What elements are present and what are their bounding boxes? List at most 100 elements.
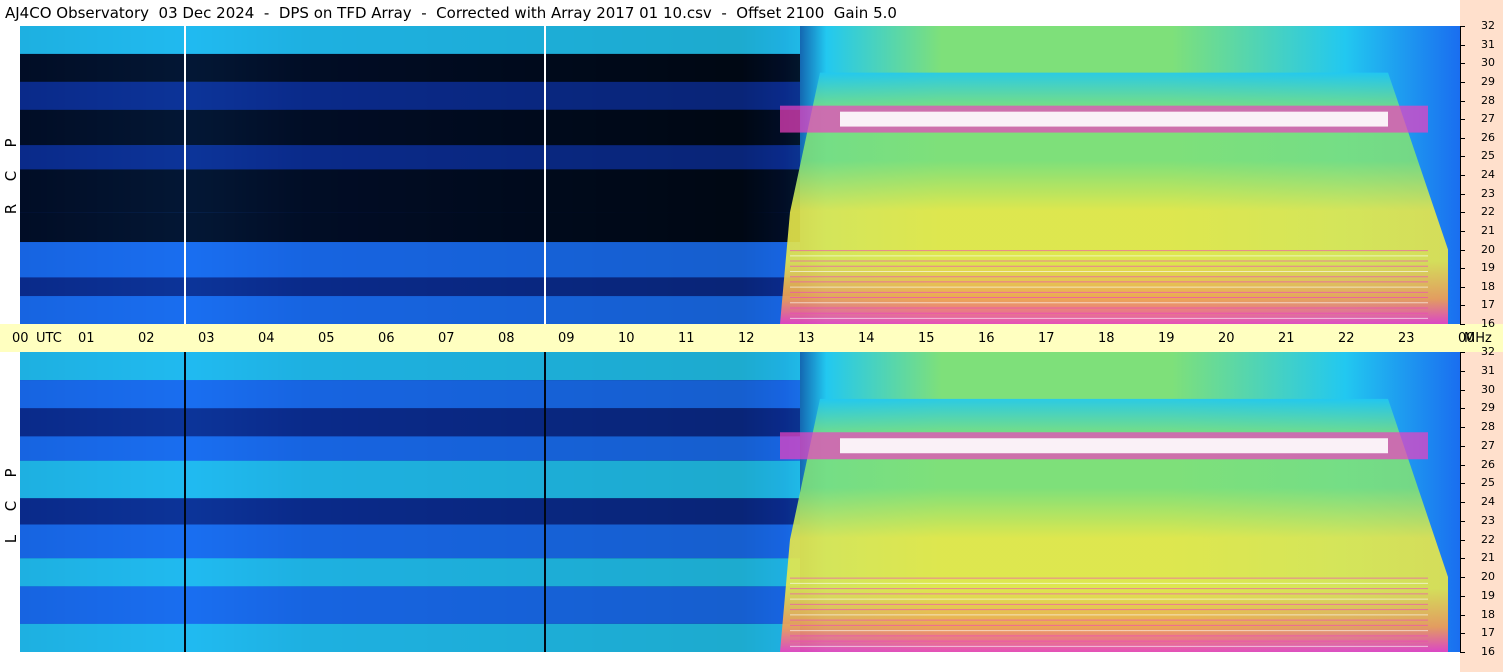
utc-tick-label: 20 (1218, 331, 1235, 346)
frequency-tick-label: 16 (1481, 317, 1495, 330)
utc-tick-label: 22 (1338, 331, 1355, 346)
frequency-tick (1460, 324, 1465, 325)
utc-tick-label: 02 (138, 331, 155, 346)
frequency-tick (1460, 389, 1465, 391)
frequency-tick (1460, 520, 1465, 522)
hot-band-core (840, 438, 1388, 454)
polarization-letter: R (2, 203, 20, 215)
frequency-tick-label: 22 (1481, 532, 1495, 546)
rcp-spectrogram-panel (20, 26, 1460, 324)
utc-tick-label: 12 (738, 331, 755, 346)
frequency-tick (1460, 502, 1465, 503)
frequency-tick-label: 24 (1481, 168, 1495, 181)
frequency-tick (1460, 268, 1465, 270)
frequency-tick (1460, 137, 1465, 139)
frequency-tick-label: 25 (1481, 476, 1495, 490)
frequency-tick (1460, 577, 1465, 578)
frequency-tick (1460, 212, 1465, 214)
polarization-letter: C (2, 170, 20, 182)
frequency-tick-label: 17 (1481, 626, 1495, 640)
frequency-tick (1460, 352, 1465, 353)
quiet-band-5 (20, 498, 800, 525)
frequency-tick (1460, 26, 1465, 27)
frequency-tick (1460, 483, 1465, 485)
frequency-tick-label: 30 (1481, 382, 1495, 396)
utc-tick-label: 00 (12, 331, 29, 346)
frequency-tick-label: 30 (1481, 56, 1495, 70)
lcp-spectrogram (20, 352, 1460, 652)
quiet-band-2 (20, 81, 800, 110)
quiet-band-6 (20, 212, 800, 243)
utc-tick-label: 19 (1158, 331, 1175, 346)
quiet-band-6 (20, 524, 800, 559)
quiet-band-7 (20, 558, 800, 587)
frequency-tick-label: 28 (1481, 420, 1495, 433)
quiet-band-0 (20, 26, 800, 54)
frequency-tick-label: 29 (1481, 74, 1495, 88)
frequency-tick-label: 21 (1481, 551, 1495, 565)
quiet-band-1 (20, 380, 800, 409)
bottom-strip (0, 652, 1460, 672)
frequency-tick (1460, 408, 1465, 410)
frequency-tick (1460, 633, 1465, 635)
quiet-band-1 (20, 53, 800, 82)
lcp-spectrogram-panel (20, 352, 1460, 652)
utc-tick-label: 18 (1098, 331, 1115, 346)
chart-title: AJ4CO Observatory 03 Dec 2024 - DPS on T… (5, 4, 897, 22)
utc-tick-label: 08 (498, 331, 515, 346)
frequency-tick-label: 19 (1481, 588, 1495, 602)
frequency-tick-label: 19 (1481, 261, 1495, 275)
frequency-tick-label: 23 (1481, 186, 1495, 200)
frequency-tick-label: 22 (1481, 205, 1495, 219)
utc-time-axis: 00 01 02 03 04 05 06 07 08 09 10 11 12 13 14 15 16 17 18 19… (0, 324, 1503, 352)
frequency-tick (1460, 249, 1465, 251)
utc-tick-label: 13 (798, 331, 815, 346)
utc-tick-label: 05 (318, 331, 335, 346)
frequency-tick (1460, 370, 1465, 372)
utc-tick-label: 15 (918, 331, 935, 346)
rcp-spectrogram (20, 26, 1460, 324)
frequency-tick-label: 29 (1481, 401, 1495, 415)
frequency-tick (1460, 193, 1465, 195)
frequency-tick (1460, 464, 1465, 466)
utc-tick-label: 21 (1278, 331, 1295, 346)
quiet-band-7 (20, 242, 800, 278)
frequency-tick (1460, 595, 1465, 597)
utc-tick-label: 14 (858, 331, 875, 346)
utc-axis-label: UTC (36, 331, 62, 346)
frequency-tick-label: 25 (1481, 149, 1495, 163)
frequency-tick-label: 24 (1481, 495, 1495, 508)
frequency-tick (1460, 119, 1465, 121)
frequency-tick-label: 20 (1481, 242, 1495, 256)
mhz-axis-label: MHz (1464, 331, 1492, 346)
frequency-tick-label: 31 (1481, 363, 1495, 377)
frequency-tick-label: 18 (1481, 279, 1495, 293)
frequency-tick (1460, 427, 1465, 428)
utc-tick-label: 06 (378, 331, 395, 346)
hot-band-core (840, 111, 1388, 127)
quiet-band-4 (20, 145, 800, 170)
frequency-tick-label: 20 (1481, 570, 1495, 583)
frequency-tick (1460, 305, 1465, 307)
utc-tick-label: 04 (258, 331, 275, 346)
frequency-tick-label: 32 (1481, 345, 1495, 358)
frequency-tick (1460, 230, 1465, 232)
utc-tick-label: 01 (78, 331, 95, 346)
polarization-letter: L (2, 534, 20, 544)
quiet-band-2 (20, 408, 800, 437)
utc-tick-label: 03 (198, 331, 215, 346)
frequency-tick-label: 18 (1481, 607, 1495, 621)
quiet-band-4 (20, 460, 800, 499)
quiet-band-9 (20, 296, 800, 324)
utc-tick-label: 17 (1038, 331, 1055, 346)
frequency-tick-label: 17 (1481, 298, 1495, 312)
quiet-band-8 (20, 586, 800, 624)
utc-tick-label: 16 (978, 331, 995, 346)
frequency-tick-label: 27 (1481, 438, 1495, 452)
frequency-tick-label: 28 (1481, 93, 1495, 107)
frequency-tick-label: 26 (1481, 130, 1495, 144)
frequency-tick (1460, 652, 1465, 653)
quiet-band-3 (20, 109, 800, 146)
frequency-tick-label: 32 (1481, 19, 1495, 32)
frequency-tick (1460, 558, 1465, 560)
